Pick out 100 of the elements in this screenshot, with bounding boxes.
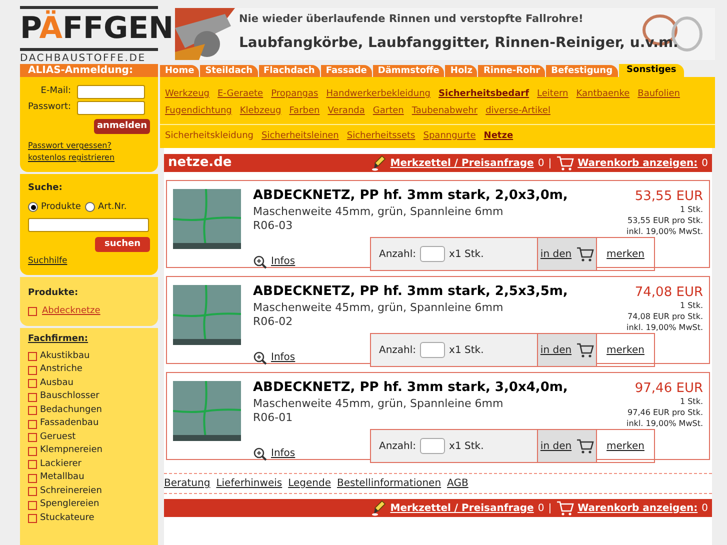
quantity-field[interactable] [420,246,446,262]
info-link[interactable]: Infos [253,446,296,461]
radio-label: Produkte [41,200,81,214]
radio-button[interactable] [84,202,95,212]
checkbox[interactable] [28,487,37,496]
checkbox[interactable] [28,446,37,456]
company-link[interactable]: Bedachungen [40,404,102,418]
radio-button[interactable] [28,202,38,212]
email-field[interactable] [77,85,146,99]
login-header: ALIAS-Anmeldung: [20,64,158,77]
wishlist-link[interactable]: Merkzettel / Preisanfrage [390,156,534,170]
company-link[interactable]: Schreinereien [40,484,102,498]
checkbox[interactable] [28,406,37,415]
info-link[interactable]: Infos [253,254,296,269]
company-link[interactable]: Bauschlosser [40,390,100,404]
footer-link[interactable]: Legende [288,476,331,491]
checkbox[interactable] [28,352,37,361]
footer-link[interactable]: Bestellinformationen [336,476,442,491]
nav-tab[interactable]: Sonstiges [618,64,684,77]
product-sku: R06-03 [253,219,294,233]
company-link[interactable]: Ausbau [40,376,74,390]
category-link[interactable]: Taubenabwehr [412,104,478,118]
quantity-field[interactable] [420,342,446,358]
category-link[interactable]: Baufolien [638,88,680,102]
checkbox[interactable] [28,392,37,402]
wishlist-button[interactable]: merken [596,334,654,366]
checkbox[interactable] [28,420,37,428]
add-to-cart-button[interactable]: in den [537,334,596,366]
company-link[interactable]: Anstriche [40,363,82,377]
product-description: Maschenweite 45mm, grün, Spannleine 6mm [253,301,504,315]
checkbox[interactable] [28,366,37,374]
zoom-icon [253,446,267,460]
account-link[interactable]: Passwort vergessen? [28,140,150,152]
checkbox[interactable] [28,460,37,469]
category-link[interactable]: Leitern [537,88,568,102]
pencil-icon [372,155,386,171]
wishlist-button[interactable]: merken [596,238,654,270]
footer-link[interactable]: AGB [447,476,468,491]
product-title[interactable]: ABDECKNETZ, PP hf. 3mm stark, 2,5x3,5m, [253,285,568,299]
checkbox[interactable] [28,307,37,316]
checkbox[interactable] [28,433,37,442]
search-button[interactable]: suchen [95,236,150,252]
subcategory-link[interactable]: Spanngurte [423,130,476,144]
add-to-cart-button[interactable]: in den [537,430,596,462]
checkbox[interactable] [28,379,37,388]
wishlist-button[interactable]: merken [596,430,654,462]
category-link[interactable]: Fugendichtung [165,104,232,118]
subcategory-link[interactable]: Sicherheitssets [346,130,416,144]
category-link[interactable]: Sicherheitsbedarf [438,88,530,102]
search-field[interactable] [28,218,149,232]
category-link[interactable]: Klebzeug [240,104,282,118]
product-title[interactable]: ABDECKNETZ, PP hf. 3mm stark, 3,0x4,0m, [253,381,568,395]
logo[interactable]: PÄFFGEN [20,10,174,48]
category-link[interactable]: Propangas [271,88,318,102]
company-link[interactable]: Klempnereien [40,444,102,458]
tax-note: inkl. 19,00% MwSt. [626,418,703,429]
company-link[interactable]: Stuckateure [40,512,94,526]
footer-link[interactable]: Beratung [164,476,210,491]
company-link[interactable]: Lackierer [40,458,82,472]
info-link[interactable]: Infos [253,350,296,365]
subcategory-link[interactable]: Netze [484,130,514,144]
banner[interactable]: Nie wieder überlaufende Rinnen und verstopfte Fallrohre! Laubfangkörbe, Laubfanggitter, Rinnen-Reiniger, u.v.m. [175,8,715,60]
company-link[interactable]: Metallbau [40,471,84,485]
subcategory-link[interactable]: Sicherheitsleinen [262,130,339,144]
category-link[interactable]: Kantbaenke [576,88,630,102]
separator: | [548,502,552,516]
login-button[interactable]: anmelden [94,119,150,134]
company-link[interactable]: Geruest [40,430,76,444]
wishlist-link[interactable]: Merkzettel / Preisanfrage [390,500,534,516]
category-link[interactable]: Veranda [328,104,365,118]
unit: 1 Stk. [680,204,703,215]
cart-link[interactable]: Warenkorb anzeigen: [578,156,698,170]
product-title[interactable]: ABDECKNETZ, PP hf. 3mm stark, 2,0x3,0m, [253,189,568,203]
checkbox[interactable] [28,474,37,482]
category-link[interactable]: diverse-Artikel [486,104,550,118]
category-link[interactable]: Garten [372,104,404,118]
search-help-link[interactable]: Suchhilfe [28,254,150,268]
quantity-field[interactable] [420,438,446,454]
shop-title: netze.de [168,154,232,172]
subcategory-link[interactable]: Sicherheitskleidung [165,130,254,144]
footer-link[interactable]: Lieferhinweis [216,476,282,491]
company-link[interactable]: Fassadenbau [40,417,99,431]
password-label: Passwort: [28,101,72,114]
product-category-link[interactable]: Abdecknetze [42,304,100,318]
category-link[interactable]: E-Geraete [218,88,264,102]
company-link[interactable]: Akustikbau [40,350,90,364]
checkbox[interactable] [28,500,37,510]
category-link[interactable]: Farben [289,104,320,118]
cart-link[interactable]: Warenkorb anzeigen: [578,500,698,516]
account-link[interactable]: kostenlos registrieren [28,152,150,164]
separator: | [548,156,552,170]
quantity-unit: x1 Stk. [449,248,484,262]
tax-note: inkl. 19,00% MwSt. [626,322,703,333]
cart-icon [576,342,594,358]
category-link[interactable]: Handwerkerbekleidung [326,88,430,102]
password-field[interactable] [77,101,146,115]
checkbox[interactable] [28,514,37,523]
add-to-cart-button[interactable]: in den [537,238,596,270]
category-link[interactable]: Werkzeug [165,88,210,102]
company-link[interactable]: Spenglereien [40,498,100,512]
